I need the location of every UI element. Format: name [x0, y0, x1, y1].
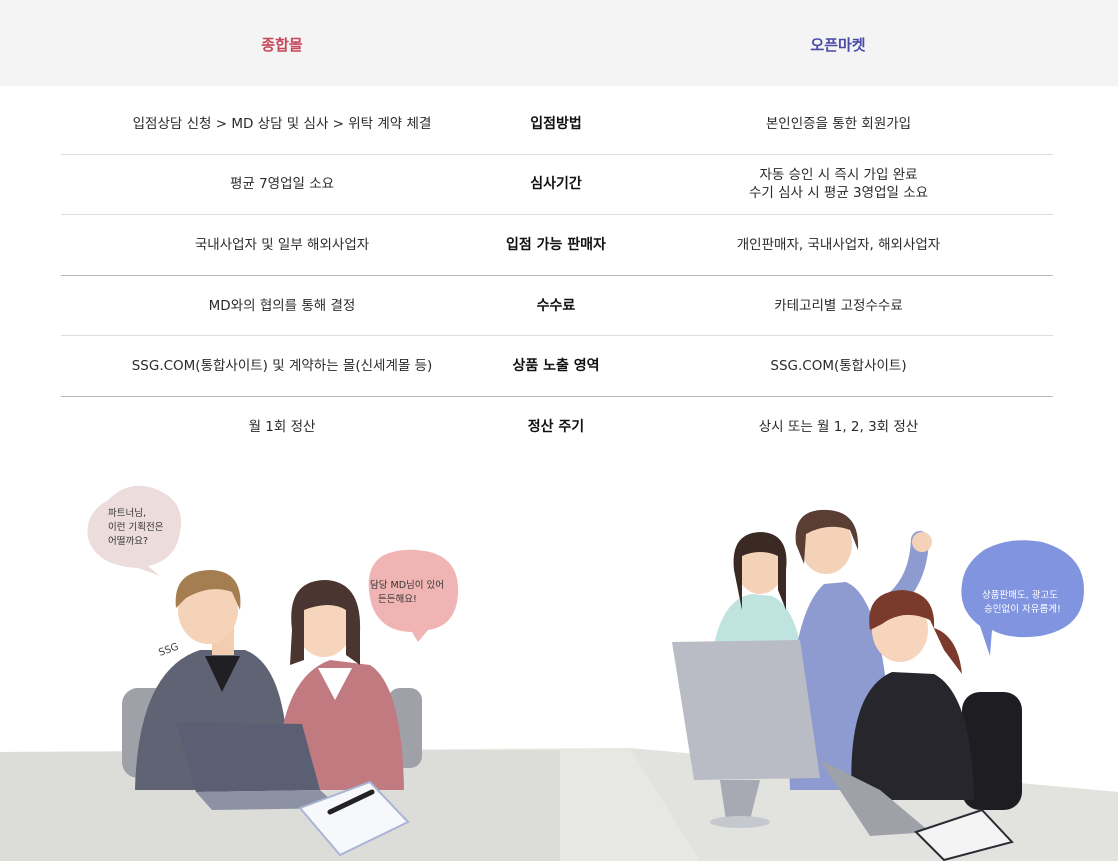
openmarket-value: SSG.COM(통합사이트) [770, 358, 907, 375]
openmarket-value: 상시 또는 월 1, 2, 3회 정산 [758, 419, 919, 436]
laptop [176, 722, 320, 792]
comparison-header: 종합몰 오픈마켓 [0, 0, 1118, 86]
table-row: 국내사업자 및 일부 해외사업자 입점 가능 판매자 개인판매자, 국내사업자,… [61, 215, 1053, 276]
svg-text:승인없이 자유롭게!: 승인없이 자유롭게! [984, 603, 1061, 615]
speech-bubble: 파트너님, 이런 기획전은 어떨까요? [87, 485, 182, 576]
row-label: 입점방법 [530, 115, 582, 132]
speech-bubble: 담당 MD님이 있어 든든해요! [368, 549, 459, 642]
illustration: SSG 파트너님, 이런 기획전은 어떨까요? 담당 MD님이 있어 든든해요! [0, 485, 1118, 861]
column-title-mall: 종합몰 [261, 36, 303, 54]
table-row: 입점상담 신청 > MD 상담 및 심사 > 위탁 계약 체결 입점방법 본인인… [61, 94, 1053, 155]
row-label: 수수료 [536, 297, 576, 314]
table-row: 평균 7영업일 소요 심사기간 자동 승인 시 즉시 가입 완료 수기 심사 시… [61, 155, 1053, 216]
svg-text:상품판매도, 광고도: 상품판매도, 광고도 [982, 589, 1058, 601]
svg-text:이런 기획전은: 이런 기획전은 [108, 521, 164, 533]
openmarket-value: 카테고리별 고정수수료 [774, 297, 903, 314]
mall-value: 입점상담 신청 > MD 상담 및 심사 > 위탁 계약 체결 [132, 115, 432, 132]
openmarket-value: 본인인증을 통한 회원가입 [765, 115, 912, 132]
speech-bubble: 상품판매도, 광고도 승인없이 자유롭게! [961, 540, 1084, 656]
row-label: 입점 가능 판매자 [506, 236, 606, 253]
svg-text:파트너님,: 파트너님, [108, 508, 146, 519]
comparison-table: 입점상담 신청 > MD 상담 및 심사 > 위탁 계약 체결 입점방법 본인인… [61, 94, 1053, 458]
mall-value: 국내사업자 및 일부 해외사업자 [194, 236, 370, 253]
svg-text:든든해요!: 든든해요! [378, 593, 417, 605]
mall-value: 월 1회 정산 [248, 419, 316, 436]
table-row: 월 1회 정산 정산 주기 상시 또는 월 1, 2, 3회 정산 [61, 397, 1053, 458]
row-label: 상품 노출 영역 [512, 358, 600, 375]
row-label: 정산 주기 [527, 419, 585, 436]
column-title-openmarket: 오픈마켓 [810, 36, 866, 54]
openmarket-value: 개인판매자, 국내사업자, 해외사업자 [736, 236, 941, 253]
svg-text:담당 MD님이 있어: 담당 MD님이 있어 [370, 579, 444, 591]
person-woman-body [851, 672, 974, 800]
mall-value: SSG.COM(통합사이트) 및 계약하는 몰(신세계몰 등) [131, 358, 433, 375]
mall-value: 평균 7영업일 소요 [229, 176, 335, 193]
table-row: MD와의 협의를 통해 결정 수수료 카테고리별 고정수수료 [61, 276, 1053, 337]
row-label: 심사기간 [530, 176, 582, 193]
mall-value: MD와의 협의를 통해 결정 [208, 297, 356, 314]
table-row: SSG.COM(통합사이트) 및 계약하는 몰(신세계몰 등) 상품 노출 영역… [61, 336, 1053, 397]
monitor [672, 640, 820, 780]
openmarket-value: 자동 승인 시 즉시 가입 완료 수기 심사 시 평균 3영업일 소요 [748, 167, 929, 202]
ssg-badge: SSG [157, 641, 180, 658]
svg-text:어떨까요?: 어떨까요? [108, 535, 148, 547]
